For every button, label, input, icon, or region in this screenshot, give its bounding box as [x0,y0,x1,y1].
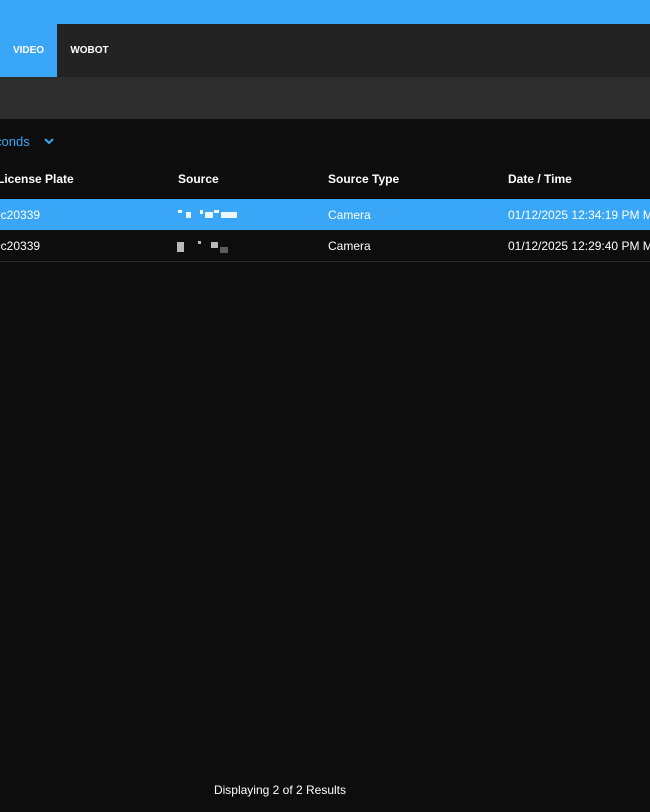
time-filter-label: conds [0,133,30,149]
table-row[interactable]: 9c20339 Camera 01/12/2025 12:29:40 PM M [0,230,650,262]
cell-license-plate: 9c20339 [0,239,41,253]
column-header-source[interactable]: Source [178,172,219,186]
time-filter-dropdown[interactable]: conds [0,133,54,149]
cell-date-time: 01/12/2025 12:29:40 PM M [508,239,650,253]
cell-source-type: Camera [328,208,371,222]
cell-license-plate: 9c20339 [0,208,41,222]
column-header-source-type[interactable]: Source Type [328,172,399,186]
tab-wobot[interactable]: WOBOT [57,24,122,77]
toolbar [0,77,650,119]
cell-source-redacted [176,238,246,254]
table-header: License Plate Source Source Type Date / … [0,165,650,195]
table-row[interactable]: 9c20339 Camera 01/12/2025 12:34:19 PM M [0,199,650,230]
results-status: Displaying 2 of 2 Results [213,783,347,797]
column-header-license-plate[interactable]: License Plate [0,172,74,186]
cell-source-type: Camera [328,239,371,253]
chevron-down-icon[interactable] [43,137,54,145]
cell-source-redacted [176,207,246,223]
tab-video[interactable]: VIDEO [0,24,57,77]
column-header-date-time[interactable]: Date / Time [508,172,572,186]
cell-date-time: 01/12/2025 12:34:19 PM M [508,208,650,222]
tab-bar: VIDEO WOBOT [0,24,650,77]
top-accent-bar [0,0,650,24]
